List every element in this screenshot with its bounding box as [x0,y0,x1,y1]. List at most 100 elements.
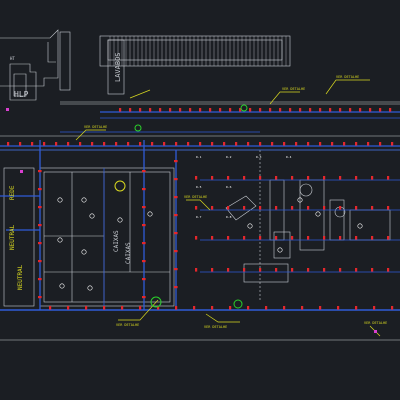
valve-symbols [7,108,394,310]
valve-icon [391,142,394,146]
valve-icon [163,142,166,146]
valve-icon [319,142,322,146]
valve-icon [371,176,374,180]
valve-icon [249,108,252,112]
valve-icon [211,206,214,210]
device-icon [117,217,123,223]
valve-icon [337,306,340,310]
valve-icon [259,206,262,210]
valve-icon [174,250,178,253]
valve-icon [355,142,358,146]
valve-icon [323,268,326,272]
valve-icon [142,260,146,263]
device-icon [87,285,93,291]
valve-icon [391,306,394,310]
valve-icon [299,108,302,112]
valve-icon [174,268,178,271]
valve-icon [187,142,190,146]
label-rede: REDE [9,185,16,200]
valve-icon [339,268,342,272]
valve-icon [38,296,42,299]
valve-icon [295,142,298,146]
callout-top-right: VER DETALHE [336,75,359,79]
valve-icon [149,108,152,112]
valve-icon [103,306,106,310]
valve-icon [174,232,178,235]
device-markers [57,197,363,291]
valve-icon [339,236,342,240]
label-lavabos: LAVABOS [114,52,122,82]
valve-code-2: D-2 [226,155,232,159]
valve-icon [339,206,342,210]
valve-icon [389,108,392,112]
valve-icon [369,108,372,112]
cad-drawing-canvas: LAVABOS HLP HT NEUTRAL REDE NEUTRAL CAIX… [0,0,400,400]
valve-icon [259,176,262,180]
valve-icon [307,142,310,146]
device-icon [147,211,153,217]
valve-icon [319,306,322,310]
label-neutral-left: NEUTRAL [9,224,16,250]
valve-icon [189,108,192,112]
callout-top-left: VER DETALHE [84,125,107,129]
valve-icon [371,268,374,272]
valve-icon [79,142,82,146]
device-icon [277,247,283,253]
valve-icon [38,278,42,281]
valve-icon [195,176,198,180]
valve-icon [307,268,310,272]
valve-icon [195,206,198,210]
valve-icon [211,268,214,272]
valve-icon [174,160,178,163]
callout-bottom-right: VER DETALHE [364,321,387,325]
valve-icon [38,170,42,173]
valve-icon [199,142,202,146]
valve-icon [195,268,198,272]
valve-icon [367,142,370,146]
valve-icon [211,142,214,146]
valve-code-7: D-7 [196,215,202,219]
valve-icon [151,142,154,146]
valve-icon [193,306,196,310]
valve-code-8: D-8 [226,215,232,219]
valve-icon [243,236,246,240]
valve-icon [129,108,132,112]
valve-icon [43,142,46,146]
valve-icon [309,108,312,112]
valve-icon [259,236,262,240]
valve-icon [139,306,142,310]
valve-icon [301,306,304,310]
valve-icon [387,176,390,180]
valve-icon [247,142,250,146]
valve-icon [223,142,226,146]
valve-icon [243,206,246,210]
valve-icon [355,268,358,272]
valve-icon [275,206,278,210]
valve-code-1: D-1 [196,155,202,159]
valve-icon [139,142,142,146]
valve-icon [259,108,262,112]
valve-icon [121,306,124,310]
valve-icon [387,236,390,240]
valve-icon [142,224,146,227]
valve-icon [371,236,374,240]
valve-icon [211,176,214,180]
valve-icon [229,108,232,112]
valve-icon [271,142,274,146]
valve-icon [329,108,332,112]
device-icon [247,223,253,229]
valve-icon [331,142,334,146]
valve-code-4: D-4 [286,155,292,159]
valve-icon [174,178,178,181]
valve-icon [323,206,326,210]
valve-icon [339,176,342,180]
valve-icon [307,206,310,210]
valve-icon [38,188,42,191]
valve-icon [283,142,286,146]
valve-icon [359,108,362,112]
valve-icon [275,176,278,180]
valve-icon [243,268,246,272]
valve-icon [379,142,382,146]
callout-bottom-left: VER DETALHE [204,325,227,329]
valve-icon [371,206,374,210]
